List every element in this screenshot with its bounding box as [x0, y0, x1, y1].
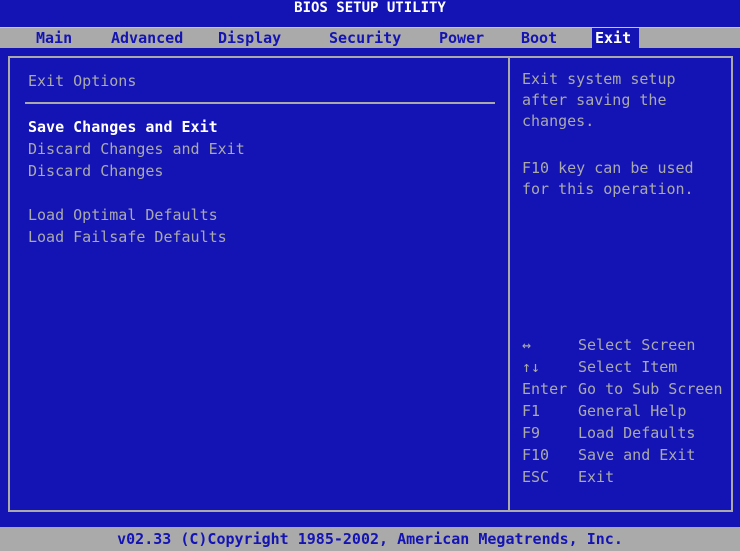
key-desc: Select Screen	[578, 336, 696, 354]
key-desc: Go to Sub Screen	[578, 380, 723, 398]
tab-exit[interactable]: Exit	[592, 28, 640, 48]
key-row: ESC Exit	[522, 466, 732, 488]
help-line: F10 key can be used	[522, 159, 694, 177]
key-desc: Select Item	[578, 358, 678, 376]
help-line: Exit system setup	[522, 70, 676, 88]
section-rule	[25, 102, 495, 104]
option-discard-changes[interactable]: Discard Changes	[28, 162, 163, 180]
help-line: after saving the	[522, 91, 667, 109]
key-legend: ↔ Select Screen ↑↓ Select Item Enter Go to …	[522, 334, 732, 488]
key-desc: Load Defaults	[578, 424, 696, 442]
menu-bar: Main Advanced Display Security Power Boo…	[0, 27, 740, 48]
tab-boot[interactable]: Boot	[518, 28, 560, 48]
key-name: F10	[522, 446, 550, 464]
window-title: BIOS SETUP UTILITY	[0, 0, 740, 16]
section-title: Exit Options	[28, 72, 137, 90]
key-name: ↑↓	[522, 358, 541, 376]
option-save-changes-and-exit[interactable]: Save Changes and Exit	[28, 118, 218, 136]
key-name: ESC	[522, 468, 550, 486]
key-name: F9	[522, 424, 541, 442]
key-desc: General Help	[578, 402, 687, 420]
help-line: changes.	[522, 112, 595, 130]
key-row: ↔ Select Screen	[522, 334, 732, 356]
option-load-failsafe-defaults[interactable]: Load Failsafe Defaults	[28, 228, 227, 246]
help-line: for this operation.	[522, 180, 694, 198]
key-name: Enter	[522, 380, 568, 398]
tab-security[interactable]: Security	[326, 28, 404, 48]
tab-power[interactable]: Power	[436, 28, 487, 48]
tab-main[interactable]: Main	[33, 28, 75, 48]
copyright-footer: v02.33 (C)Copyright 1985-2002, American …	[0, 527, 740, 551]
key-desc: Exit	[578, 468, 615, 486]
option-load-optimal-defaults[interactable]: Load Optimal Defaults	[28, 206, 218, 224]
key-row: F1 General Help	[522, 400, 732, 422]
tab-display[interactable]: Display	[215, 28, 284, 48]
key-name: F1	[522, 402, 541, 420]
panel-divider	[508, 56, 510, 512]
tab-advanced[interactable]: Advanced	[108, 28, 186, 48]
key-row: Enter Go to Sub Screen	[522, 378, 732, 400]
key-row: F9 Load Defaults	[522, 422, 732, 444]
key-row: ↑↓ Select Item	[522, 356, 732, 378]
option-discard-changes-and-exit[interactable]: Discard Changes and Exit	[28, 140, 245, 158]
key-row: F10 Save and Exit	[522, 444, 732, 466]
key-name: ↔	[522, 336, 532, 354]
key-desc: Save and Exit	[578, 446, 696, 464]
